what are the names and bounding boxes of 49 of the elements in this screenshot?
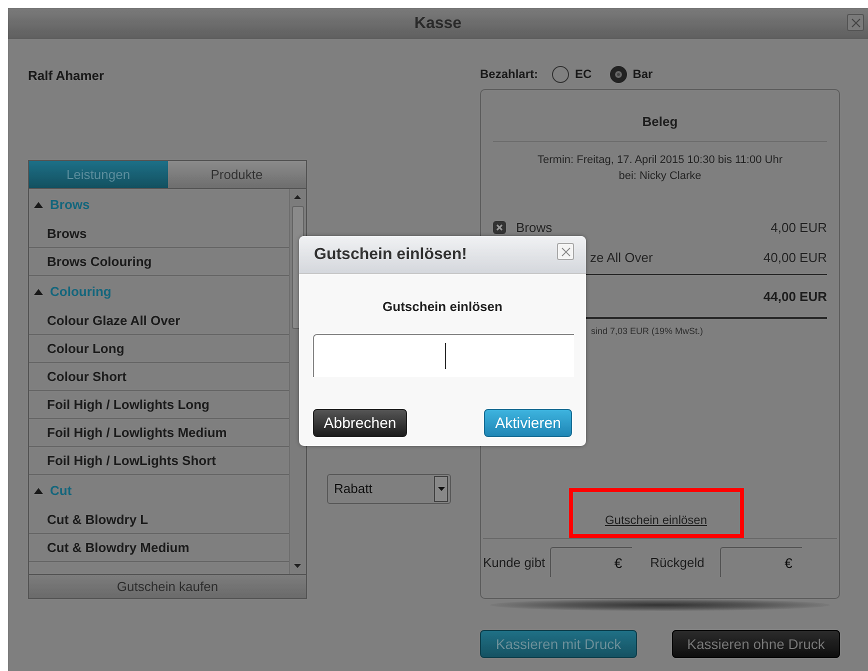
- radio-button[interactable]: [610, 66, 627, 82]
- buy-voucher-button[interactable]: Gutschein kaufen: [29, 574, 306, 598]
- item-price: 40,00 EUR: [763, 250, 827, 264]
- radio-label: EC: [575, 67, 592, 81]
- customer-name: Ralf Ahamer: [28, 68, 106, 85]
- service-item[interactable]: Colour Glaze All Over: [29, 307, 289, 335]
- payment-label: Bezahlart:: [480, 67, 538, 81]
- dialog-button[interactable]: Aktivieren: [484, 409, 572, 437]
- receipt-title: Beleg: [641, 114, 679, 129]
- remove-icon[interactable]: [493, 220, 506, 234]
- service-item[interactable]: Colour Long: [29, 335, 289, 363]
- caret-icon: [438, 487, 444, 491]
- triangle-icon: [34, 202, 43, 208]
- close-icon: [850, 16, 862, 28]
- staff-text: bei: Nicky Clarke: [618, 169, 702, 184]
- item-price: 4,00 EUR: [770, 220, 827, 234]
- item-name: ze All Over: [590, 250, 654, 264]
- checkout-button[interactable]: Kassieren ohne Druck: [672, 630, 840, 658]
- appointment-text: Termin: Freitag, 17. April 2015 10:30 bis 11:00 Uhr: [536, 153, 784, 168]
- triangle-icon: [34, 288, 43, 294]
- tax-note: sind 7,03 EUR (19% MwSt.): [591, 326, 704, 336]
- dialog-button[interactable]: Abbrechen: [313, 409, 407, 437]
- given-field[interactable]: €: [550, 547, 632, 577]
- close-icon: [560, 246, 570, 256]
- scroll-up-icon: [294, 195, 301, 199]
- given-label: Kunde gibt: [483, 554, 546, 570]
- service-item[interactable]: Foil High / Lowlights Medium: [29, 419, 289, 447]
- change-field[interactable]: €: [720, 547, 802, 577]
- service-item[interactable]: Foil High / LowLights Short: [29, 447, 289, 475]
- radio-label: Bar: [632, 67, 653, 81]
- service-item[interactable]: Brows: [29, 220, 289, 248]
- close-button[interactable]: [557, 243, 574, 260]
- tab[interactable]: Produkte: [168, 161, 306, 188]
- service-item[interactable]: Brows Colouring: [29, 248, 289, 276]
- window-title: Kasse: [414, 14, 462, 32]
- discount-select[interactable]: Rabatt: [327, 474, 451, 504]
- dialog-title: Gutschein einlösen!: [314, 246, 467, 264]
- service-item[interactable]: Cut & Blowdry Medium: [29, 534, 289, 562]
- service-item[interactable]: Foil High / Lowlights Long: [29, 391, 289, 419]
- radio-button[interactable]: [552, 66, 570, 82]
- voucher-code-field[interactable]: [313, 334, 574, 377]
- change-label: Rückgeld: [650, 554, 704, 570]
- service-item[interactable]: Colour Short: [29, 363, 289, 391]
- redeem-voucher-link[interactable]: Gutschein einlösen: [604, 513, 708, 527]
- close-button[interactable]: [847, 14, 864, 31]
- service-item[interactable]: Cut & Blowdry L: [29, 506, 289, 534]
- scroll-down-icon: [294, 564, 301, 568]
- item-name: Brows: [516, 220, 554, 234]
- triangle-icon: [34, 488, 43, 494]
